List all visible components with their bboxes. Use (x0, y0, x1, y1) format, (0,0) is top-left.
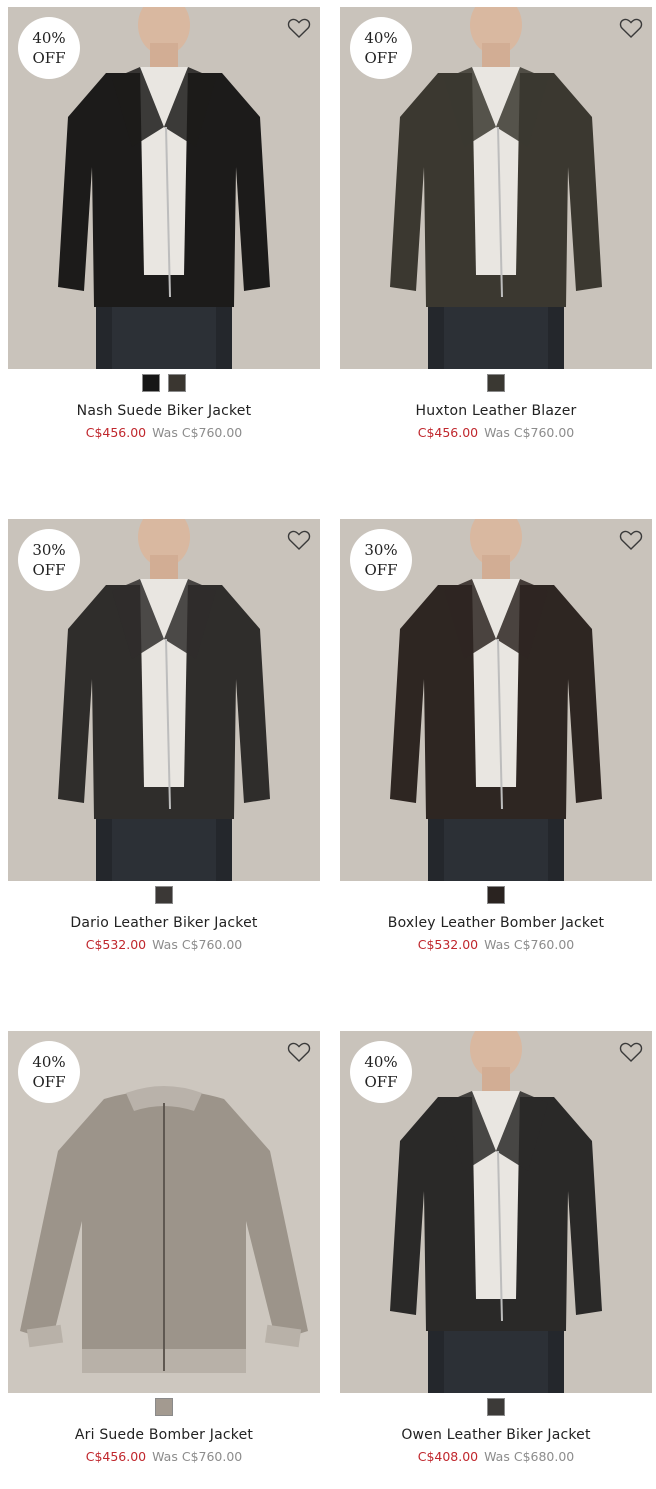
discount-badge: 30% OFF (350, 529, 412, 591)
color-swatch[interactable] (487, 374, 505, 392)
was-price: C$760.00 (181, 425, 243, 440)
discount-badge: 30% OFF (18, 529, 80, 591)
discount-percent: 40% (364, 1053, 398, 1071)
wishlist-heart-icon[interactable] (287, 17, 311, 39)
discount-off: OFF (32, 561, 66, 579)
product-card[interactable]: 40% OFF Nash Suede Biker Jacket C$456.00… (8, 7, 320, 440)
product-price: C$532.00 Was C$760.00 (340, 937, 652, 952)
discount-badge: 40% OFF (18, 17, 80, 79)
product-card[interactable]: 40% OFF Ari Suede Bomber Jacket C$456.00… (8, 1031, 320, 1464)
was-price: C$760.00 (181, 937, 243, 952)
product-name[interactable]: Boxley Leather Bomber Jacket (340, 915, 652, 931)
color-swatch[interactable] (487, 886, 505, 904)
discount-off: OFF (364, 49, 398, 67)
product-card[interactable]: 40% OFF Huxton Leather Blazer C$456.00 W… (340, 7, 652, 440)
color-swatch[interactable] (168, 374, 186, 392)
discount-off: OFF (32, 1073, 66, 1091)
was-label: Was (152, 1449, 178, 1464)
color-swatches (8, 886, 320, 906)
product-price: C$456.00 Was C$760.00 (8, 1449, 320, 1464)
product-photo[interactable]: 30% OFF (340, 519, 652, 881)
discount-off: OFF (364, 1073, 398, 1091)
was-label: Was (152, 425, 178, 440)
discount-percent: 30% (364, 541, 398, 559)
discount-percent: 40% (32, 29, 66, 47)
product-photo[interactable]: 40% OFF (8, 1031, 320, 1393)
sale-price: C$532.00 (417, 937, 479, 952)
product-name[interactable]: Nash Suede Biker Jacket (8, 403, 320, 419)
wishlist-heart-icon[interactable] (619, 1041, 643, 1063)
color-swatches (8, 374, 320, 394)
wishlist-heart-icon[interactable] (619, 529, 643, 551)
product-photo[interactable]: 40% OFF (8, 7, 320, 369)
was-price: C$680.00 (513, 1449, 575, 1464)
sale-price: C$532.00 (85, 937, 147, 952)
was-label: Was (484, 937, 510, 952)
product-price: C$456.00 Was C$760.00 (340, 425, 652, 440)
product-photo[interactable]: 30% OFF (8, 519, 320, 881)
discount-percent: 40% (32, 1053, 66, 1071)
discount-off: OFF (32, 49, 66, 67)
sale-price: C$456.00 (417, 425, 479, 440)
product-name[interactable]: Owen Leather Biker Jacket (340, 1427, 652, 1443)
product-price: C$532.00 Was C$760.00 (8, 937, 320, 952)
product-grid: 40% OFF Nash Suede Biker Jacket C$456.00… (0, 0, 656, 1489)
sale-price: C$456.00 (85, 1449, 147, 1464)
product-photo[interactable]: 40% OFF (340, 7, 652, 369)
product-name[interactable]: Huxton Leather Blazer (340, 403, 652, 419)
discount-percent: 40% (364, 29, 398, 47)
product-price: C$456.00 Was C$760.00 (8, 425, 320, 440)
product-card[interactable]: 40% OFF Owen Leather Biker Jacket C$408.… (340, 1031, 652, 1464)
product-card[interactable]: 30% OFF Dario Leather Biker Jacket C$532… (8, 519, 320, 952)
was-label: Was (484, 1449, 510, 1464)
was-price: C$760.00 (513, 425, 575, 440)
discount-off: OFF (364, 561, 398, 579)
color-swatch[interactable] (155, 1398, 173, 1416)
was-label: Was (484, 425, 510, 440)
was-price: C$760.00 (181, 1449, 243, 1464)
color-swatches (340, 374, 652, 394)
wishlist-heart-icon[interactable] (619, 17, 643, 39)
color-swatch[interactable] (142, 374, 160, 392)
discount-badge: 40% OFF (350, 1041, 412, 1103)
discount-badge: 40% OFF (350, 17, 412, 79)
product-card[interactable]: 30% OFF Boxley Leather Bomber Jacket C$5… (340, 519, 652, 952)
color-swatches (340, 1398, 652, 1418)
wishlist-heart-icon[interactable] (287, 1041, 311, 1063)
color-swatch[interactable] (155, 886, 173, 904)
product-price: C$408.00 Was C$680.00 (340, 1449, 652, 1464)
color-swatch[interactable] (487, 1398, 505, 1416)
was-price: C$760.00 (513, 937, 575, 952)
sale-price: C$456.00 (85, 425, 147, 440)
product-photo[interactable]: 40% OFF (340, 1031, 652, 1393)
product-name[interactable]: Dario Leather Biker Jacket (8, 915, 320, 931)
wishlist-heart-icon[interactable] (287, 529, 311, 551)
color-swatches (8, 1398, 320, 1418)
color-swatches (340, 886, 652, 906)
discount-badge: 40% OFF (18, 1041, 80, 1103)
discount-percent: 30% (32, 541, 66, 559)
product-name[interactable]: Ari Suede Bomber Jacket (8, 1427, 320, 1443)
sale-price: C$408.00 (417, 1449, 479, 1464)
was-label: Was (152, 937, 178, 952)
